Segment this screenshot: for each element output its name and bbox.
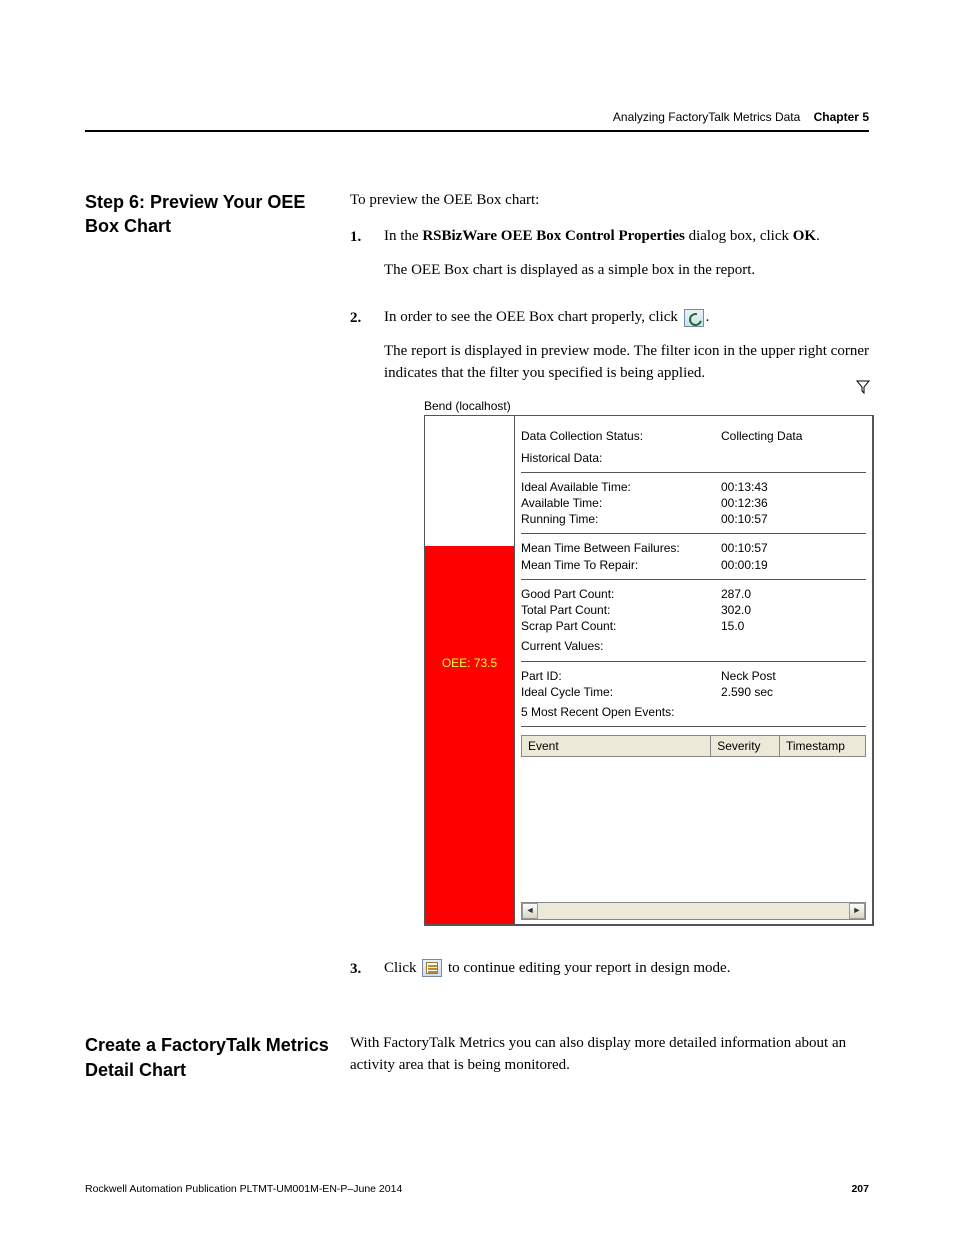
horizontal-scrollbar[interactable]: ◄ ► xyxy=(521,902,866,920)
scrap-label: Scrap Part Count: xyxy=(521,618,721,634)
avail-label: Available Time: xyxy=(521,495,721,511)
dcs-value: Collecting Data xyxy=(721,428,802,444)
mttr-label: Mean Time To Repair: xyxy=(521,557,721,573)
scroll-track[interactable] xyxy=(538,903,849,919)
step1-text-e: . xyxy=(816,228,820,244)
oee-gauge-label: OEE: 73.5 xyxy=(425,654,514,672)
section-heading-detail-chart: Create a FactoryTalk Metrics Detail Char… xyxy=(85,1033,350,1091)
events-label: 5 Most Recent Open Events: xyxy=(521,704,721,720)
total-label: Total Part Count: xyxy=(521,602,721,618)
mtbf-label: Mean Time Between Failures: xyxy=(521,540,721,556)
col-event[interactable]: Event xyxy=(522,736,711,757)
scroll-left-button[interactable]: ◄ xyxy=(522,903,538,919)
step1-text-c: dialog box, click xyxy=(685,228,793,244)
mtbf-value: 00:10:57 xyxy=(721,540,768,556)
footer-page-number: 207 xyxy=(851,1183,869,1195)
step1-bold-dialog: RSBizWare OEE Box Control Properties xyxy=(422,228,685,244)
footer-publication: Rockwell Automation Publication PLTMT-UM… xyxy=(85,1183,402,1195)
step1-after-text: The OEE Box chart is displayed as a simp… xyxy=(384,260,874,282)
current-label: Current Values: xyxy=(521,638,721,654)
mttr-value: 00:00:19 xyxy=(721,557,768,573)
step-2: In order to see the OEE Box chart proper… xyxy=(350,307,874,943)
oee-title: Bend (localhost) xyxy=(424,397,874,415)
scroll-right-button[interactable]: ► xyxy=(849,903,865,919)
col-timestamp[interactable]: Timestamp xyxy=(779,736,865,757)
running-header: Analyzing FactoryTalk Metrics Data Chapt… xyxy=(613,110,869,124)
step-3: Click to continue editing your report in… xyxy=(350,958,874,992)
oee-gauge: OEE: 73.5 xyxy=(425,416,515,924)
events-table: Event Severity Timestamp xyxy=(521,735,866,757)
section2-body: With FactoryTalk Metrics you can also di… xyxy=(350,1033,869,1077)
ict-label: Ideal Cycle Time: xyxy=(521,684,721,700)
ideal-label: Ideal Available Time: xyxy=(521,479,721,495)
scrap-value: 15.0 xyxy=(721,618,744,634)
design-mode-icon[interactable] xyxy=(422,959,442,977)
page-footer: Rockwell Automation Publication PLTMT-UM… xyxy=(85,1183,869,1195)
step1-bold-ok: OK xyxy=(793,228,816,244)
avail-value: 00:12:36 xyxy=(721,495,768,511)
total-value: 302.0 xyxy=(721,602,751,618)
step3-text-b: to continue editing your report in desig… xyxy=(448,960,730,976)
step-1: In the RSBizWare OEE Box Control Propert… xyxy=(350,226,874,294)
filter-icon[interactable] xyxy=(856,380,870,394)
good-value: 287.0 xyxy=(721,586,751,602)
intro-text: To preview the OEE Box chart: xyxy=(350,190,874,212)
partid-label: Part ID: xyxy=(521,668,721,684)
good-label: Good Part Count: xyxy=(521,586,721,602)
step2-after-text: The report is displayed in preview mode.… xyxy=(384,341,874,385)
step1-text-a: In the xyxy=(384,228,422,244)
preview-icon[interactable] xyxy=(684,309,704,327)
run-value: 00:10:57 xyxy=(721,511,768,527)
section-heading-step6: Step 6: Preview Your OEE Box Chart xyxy=(85,190,350,1005)
oee-box-screenshot: Bend (localhost) xyxy=(424,397,874,926)
header-breadcrumb: Analyzing FactoryTalk Metrics Data xyxy=(613,110,800,124)
ideal-value: 00:13:43 xyxy=(721,479,768,495)
dcs-label: Data Collection Status: xyxy=(521,428,721,444)
col-severity[interactable]: Severity xyxy=(711,736,780,757)
step3-text-a: Click xyxy=(384,960,420,976)
hist-label: Historical Data: xyxy=(521,450,721,466)
step2-text-a: In order to see the OEE Box chart proper… xyxy=(384,309,682,325)
header-chapter: Chapter 5 xyxy=(814,110,869,124)
ict-value: 2.590 sec xyxy=(721,684,773,700)
header-rule xyxy=(85,130,869,132)
partid-value: Neck Post xyxy=(721,668,776,684)
run-label: Running Time: xyxy=(521,511,721,527)
